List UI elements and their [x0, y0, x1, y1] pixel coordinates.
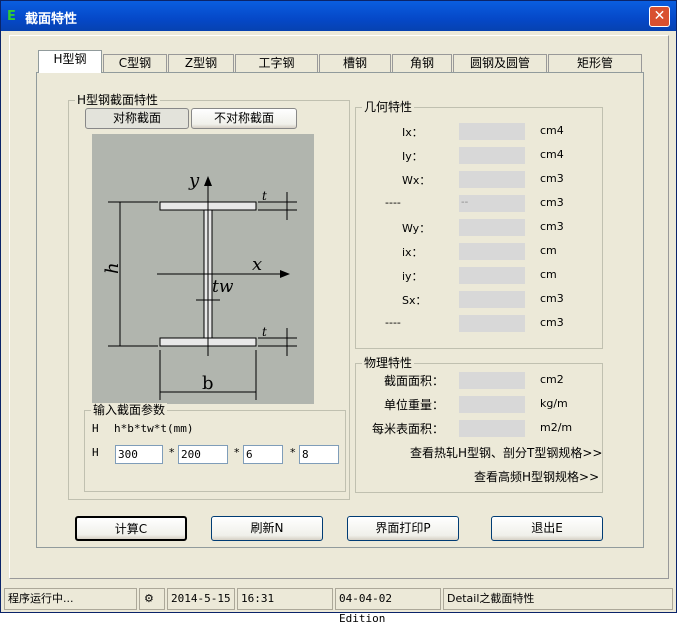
status-gear-icon: ⚙ — [139, 588, 165, 610]
t-top-label: t — [262, 189, 267, 203]
x-label: x — [252, 254, 262, 275]
b-label: b — [202, 373, 214, 394]
tab-round[interactable]: 圆钢及圆管 — [453, 54, 547, 72]
close-icon: ✕ — [653, 8, 666, 24]
geometry-label: Ix： — [402, 126, 423, 139]
multiply-sign-1: * — [169, 446, 175, 459]
geometry-value — [459, 243, 525, 260]
physical-value — [459, 396, 525, 413]
geometry-unit: cm3 — [540, 316, 564, 329]
geometry-unit: cm4 — [540, 148, 564, 161]
physical-unit: m2/m — [540, 421, 573, 434]
refresh-button[interactable]: 刷新N — [211, 516, 323, 541]
geometry-unit: cm — [540, 244, 557, 257]
geometry-label: iy： — [402, 270, 423, 283]
geometry-value — [459, 147, 525, 164]
geometry-value — [459, 123, 525, 140]
tab-h-steel[interactable]: H型钢 — [38, 50, 102, 73]
geometry-label: Sx： — [402, 294, 427, 307]
app-icon: E — [7, 9, 16, 24]
physical-value — [459, 372, 525, 389]
tw-input[interactable]: 6 — [243, 445, 283, 464]
exit-button[interactable]: 退出E — [491, 516, 603, 541]
status-time: 16:31 — [237, 588, 333, 610]
calculate-button[interactable]: 计算C — [75, 516, 187, 541]
geometry-label: ---- — [385, 316, 401, 329]
geometry-unit: cm3 — [540, 196, 564, 209]
physical-group-title: 物理特性 — [362, 356, 415, 370]
geometry-unit: cm3 — [540, 220, 564, 233]
tab-angle[interactable]: 角钢 — [392, 54, 452, 72]
status-edition: 04-04-02 Edition — [335, 588, 441, 625]
t-input[interactable]: 8 — [299, 445, 339, 464]
high-freq-spec-link[interactable]: 查看高频H型钢规格>> — [474, 468, 599, 485]
section-group-title: H型钢截面特性 — [75, 93, 161, 107]
y-label: y — [188, 170, 200, 191]
status-date: 2014-5-15 — [167, 588, 235, 610]
tab-rect-tube[interactable]: 矩形管 — [548, 54, 642, 72]
status-running: 程序运行中... — [4, 588, 137, 610]
tw-label: tw — [212, 277, 234, 297]
formula-label: h*b*tw*t(mm) — [114, 422, 194, 435]
window-title: 截面特性 — [25, 12, 78, 27]
geometry-value — [459, 291, 525, 308]
status-module: Detail之截面特性 — [443, 588, 673, 610]
geometry-label: Wy： — [402, 222, 431, 235]
geometry-value — [459, 171, 525, 188]
tab-channel[interactable]: 槽钢 — [319, 54, 391, 72]
geometry-value — [459, 315, 525, 332]
section-diagram: y x tw b h t t — [92, 134, 314, 404]
geometry-unit: cm — [540, 268, 557, 281]
geometry-value — [459, 219, 525, 236]
geometry-group-title: 几何特性 — [362, 100, 415, 114]
geometry-unit: cm3 — [540, 292, 564, 305]
symmetric-button[interactable]: 对称截面 — [85, 108, 189, 129]
physical-label: 单位重量： — [383, 398, 444, 412]
t-bottom-label: t — [262, 325, 267, 339]
tab-c-steel[interactable]: C型钢 — [103, 54, 167, 72]
physical-unit: cm2 — [540, 373, 564, 386]
type-label: H — [92, 422, 99, 435]
tab-z-steel[interactable]: Z型钢 — [168, 54, 234, 72]
b-input[interactable]: 200 — [178, 445, 228, 464]
geometry-label: ix： — [402, 246, 423, 259]
tab-i-beam[interactable]: 工字钢 — [235, 54, 318, 72]
asymmetric-button[interactable]: 不对称截面 — [191, 108, 297, 129]
hot-rolled-spec-link[interactable]: 查看热轧H型钢、剖分T型钢规格>> — [410, 444, 602, 461]
title-bar[interactable]: E 截面特性 ✕ — [1, 1, 676, 31]
geometry-unit: cm3 — [540, 172, 564, 185]
multiply-sign-3: * — [290, 446, 296, 459]
geometry-value — [459, 267, 525, 284]
geometry-unit: cm4 — [540, 124, 564, 137]
close-button[interactable]: ✕ — [649, 6, 670, 27]
print-button[interactable]: 界面打印P — [347, 516, 459, 541]
multiply-sign-2: * — [234, 446, 240, 459]
h-label: h — [102, 262, 123, 274]
geometry-value: -- — [459, 195, 525, 212]
diagram-background — [92, 134, 314, 404]
geometry-label: ---- — [385, 196, 401, 209]
physical-value — [459, 420, 525, 437]
physical-label: 截面面积： — [383, 374, 444, 388]
input-group-title: 输入截面参数 — [91, 403, 168, 417]
row-type-label: H — [92, 446, 99, 459]
geometry-label: Wx： — [402, 174, 431, 187]
physical-label: 每米表面积： — [371, 422, 444, 436]
physical-unit: kg/m — [540, 397, 568, 410]
h-input[interactable]: 300 — [115, 445, 163, 464]
geometry-label: Iy： — [402, 150, 423, 163]
